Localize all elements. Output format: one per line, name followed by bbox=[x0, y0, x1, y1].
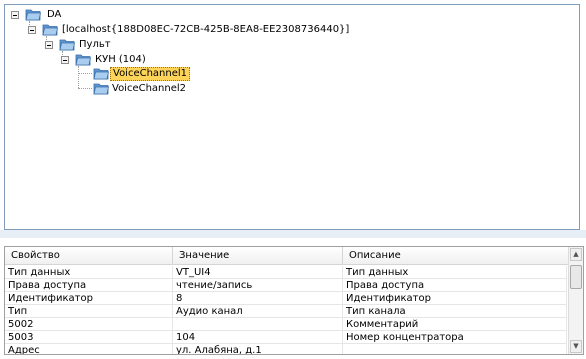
cell-value[interactable] bbox=[173, 318, 343, 330]
panel-splitter[interactable] bbox=[0, 230, 586, 238]
collapse-icon[interactable] bbox=[61, 56, 69, 64]
cell-description: Комментарий bbox=[343, 318, 567, 330]
cell-description: Права доступа bbox=[343, 279, 567, 291]
tree-node-label: [localhost{188D08EC-72CB-425B-8EA8-EE230… bbox=[62, 24, 350, 35]
cell-value[interactable]: 8 bbox=[173, 292, 343, 304]
column-header-value[interactable]: Значение bbox=[173, 247, 343, 265]
property-grid[interactable]: Свойство Значение Описание Тип данных VT… bbox=[4, 246, 584, 355]
folder-icon bbox=[25, 8, 41, 21]
cell-property: 5003 bbox=[5, 331, 173, 343]
scroll-down-icon[interactable]: ▼ bbox=[570, 340, 582, 353]
table-row[interactable]: Тип данных VT_UI4 Тип данных bbox=[5, 266, 567, 279]
folder-icon bbox=[93, 67, 109, 80]
table-row[interactable]: 5003 104 Номер концентратора bbox=[5, 331, 567, 344]
table-row[interactable]: Идентификатор 8 Идентификатор bbox=[5, 292, 567, 305]
cell-description: Идентификатор bbox=[343, 292, 567, 304]
tree-view[interactable]: DA [localhost{188D08EC-72CB-425B-8EA8-EE… bbox=[4, 4, 580, 230]
cell-value[interactable]: VT_UI4 bbox=[173, 266, 343, 278]
cell-description: Тип канала bbox=[343, 305, 567, 317]
scrollbar-thumb[interactable] bbox=[570, 265, 582, 289]
folder-icon bbox=[42, 23, 58, 36]
scroll-up-icon[interactable]: ▲ bbox=[570, 248, 582, 261]
table-row[interactable]: Права доступа чтение/запись Права доступ… bbox=[5, 279, 567, 292]
tree-line bbox=[78, 66, 79, 88]
column-header-property[interactable]: Свойство bbox=[5, 247, 173, 265]
cell-property: 5002 bbox=[5, 318, 173, 330]
tree-node-label: VoiceChannel2 bbox=[112, 83, 187, 94]
collapse-icon[interactable] bbox=[28, 26, 36, 34]
cell-property: Тип данных bbox=[5, 266, 173, 278]
tree-line bbox=[78, 88, 92, 89]
cell-description bbox=[343, 344, 567, 354]
folder-icon bbox=[75, 53, 91, 66]
column-header-description[interactable]: Описание bbox=[343, 247, 569, 265]
tree-node-label: КУН (104) bbox=[95, 54, 146, 65]
table-row[interactable]: 5002 Комментарий bbox=[5, 318, 567, 331]
cell-property: Идентификатор bbox=[5, 292, 173, 304]
folder-icon bbox=[59, 38, 75, 51]
cell-property: Тип bbox=[5, 305, 173, 317]
cell-value[interactable]: 104 bbox=[173, 331, 343, 343]
tree-line bbox=[78, 73, 92, 74]
tree-node-label: DA bbox=[47, 9, 62, 20]
tree-node-label: Пульт bbox=[79, 39, 111, 50]
cell-description: Номер концентратора bbox=[343, 331, 567, 343]
cell-description: Тип данных bbox=[343, 266, 567, 278]
cell-property: Адрес bbox=[5, 344, 173, 354]
table-row[interactable]: Адрес ул. Алабяна, д.1 bbox=[5, 344, 567, 354]
vertical-scrollbar[interactable]: ▲ ▼ bbox=[568, 247, 583, 354]
cell-value[interactable]: ул. Алабяна, д.1 bbox=[173, 344, 343, 354]
tree-node-label-selected: VoiceChannel1 bbox=[110, 67, 191, 81]
cell-property: Права доступа bbox=[5, 279, 173, 291]
table-row[interactable]: Тип Аудио канал Тип канала bbox=[5, 305, 567, 318]
cell-value[interactable]: чтение/запись bbox=[173, 279, 343, 291]
cell-value[interactable]: Аудио канал bbox=[173, 305, 343, 317]
collapse-icon[interactable] bbox=[45, 41, 53, 49]
collapse-icon[interactable] bbox=[11, 11, 19, 19]
folder-icon bbox=[93, 82, 109, 95]
